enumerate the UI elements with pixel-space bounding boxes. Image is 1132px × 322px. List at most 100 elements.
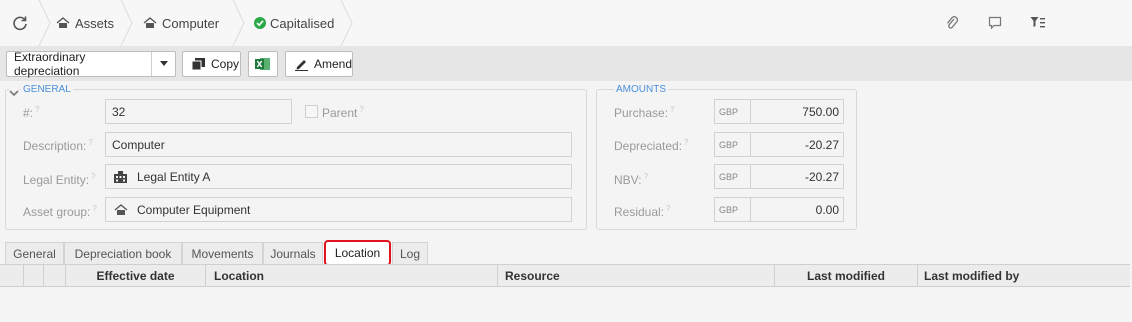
number-value: 32 <box>112 104 126 119</box>
breadcrumb: Assets Computer Capitalised <box>0 0 1132 46</box>
legal-entity-label-text: Legal Entity: <box>23 173 90 187</box>
residual-currency: GBP <box>714 197 750 222</box>
amend-button[interactable]: Amend <box>285 51 353 77</box>
asset-group-field[interactable]: Computer Equipment <box>105 197 572 222</box>
parent-checkbox[interactable] <box>305 105 318 118</box>
tab-journals[interactable]: Journals <box>263 242 323 264</box>
depreciated-value: -20.27 <box>750 132 844 157</box>
column-label: Last modified by <box>924 269 1020 283</box>
help-icon: ? <box>643 172 649 181</box>
asset-icon <box>143 17 157 29</box>
tab-label: General <box>13 246 56 261</box>
help-icon: ? <box>92 204 97 213</box>
column-last-modified-by[interactable]: Last modified by <box>918 265 1130 287</box>
breadcrumb-separator <box>340 0 354 46</box>
breadcrumb-item-computer[interactable]: Computer <box>143 0 219 46</box>
help-icon: ? <box>88 138 93 147</box>
asset-icon <box>56 17 70 29</box>
copy-button[interactable]: Copy <box>182 51 241 77</box>
nbv-label: NBV:? <box>614 172 648 187</box>
excel-icon <box>255 57 271 71</box>
column-label: Effective date <box>96 269 175 283</box>
tab-label: Movements <box>191 246 254 261</box>
column-label: Resource <box>505 269 560 283</box>
residual-label-text: Residual: <box>614 205 665 219</box>
column-last-modified[interactable]: Last modified <box>775 265 918 287</box>
amend-label: Amend <box>314 57 353 71</box>
description-field[interactable]: Computer <box>105 132 572 157</box>
general-legend: GENERAL <box>21 84 73 95</box>
number-label: #:? <box>23 105 39 120</box>
help-icon: ? <box>359 105 364 114</box>
column-location[interactable]: Location <box>206 265 498 287</box>
grid-header-spacer <box>24 265 44 287</box>
help-icon: ? <box>666 204 671 213</box>
purchase-label: Purchase:? <box>614 105 674 120</box>
export-excel-button[interactable] <box>248 51 278 77</box>
tab-label: Location <box>334 246 381 260</box>
number-field[interactable]: 32 <box>105 99 292 124</box>
grid-body <box>0 288 1132 322</box>
chevron-down-icon[interactable] <box>151 52 175 76</box>
breadcrumb-label: Capitalised <box>270 15 335 31</box>
column-effective-date[interactable]: Effective date <box>66 265 206 287</box>
building-icon <box>114 170 127 183</box>
tab-label: Journals <box>270 246 316 261</box>
nbv-label-text: NBV: <box>614 173 642 187</box>
help-icon: ? <box>35 105 40 114</box>
parent-label: Parent? <box>322 105 364 120</box>
breadcrumb-item-capitalised[interactable]: Capitalised <box>254 0 334 46</box>
breadcrumb-label: Computer <box>162 15 220 31</box>
asset-group-value: Computer Equipment <box>137 202 251 217</box>
grid-header: Effective date Location Resource Last mo… <box>0 264 1130 287</box>
action-select[interactable]: Extraordinary depreciation <box>6 50 176 78</box>
asset-icon <box>114 203 128 216</box>
purchase-value: 750.00 <box>750 99 844 124</box>
nbv-currency: GBP <box>714 164 750 189</box>
depreciated-currency: GBP <box>714 132 750 157</box>
tab-movements[interactable]: Movements <box>182 242 263 264</box>
breadcrumb-item-assets[interactable]: Assets <box>56 0 114 46</box>
breadcrumb-separator <box>38 0 52 46</box>
asset-group-label-text: Asset group: <box>23 205 91 219</box>
depreciated-label-text: Depreciated: <box>614 139 683 153</box>
grid-header-spacer <box>44 265 66 287</box>
collapse-chevron-icon[interactable] <box>9 86 19 97</box>
column-label: Location <box>214 269 264 283</box>
check-circle-icon <box>254 17 266 29</box>
comment-icon[interactable] <box>988 16 1002 30</box>
tab-location[interactable]: Location <box>324 240 391 266</box>
help-icon: ? <box>91 172 96 181</box>
description-label: Description:? <box>23 138 93 153</box>
filter-list-icon[interactable] <box>1030 16 1046 30</box>
toolbar: Extraordinary depreciation Copy Amend <box>0 46 1132 81</box>
breadcrumb-separator <box>120 0 134 46</box>
legal-entity-label: Legal Entity:? <box>23 172 96 187</box>
grid-header-spacer <box>0 265 24 287</box>
tab-label: Log <box>399 246 421 261</box>
nbv-value: -20.27 <box>750 164 844 189</box>
tab-depreciation-book[interactable]: Depreciation book <box>64 242 182 264</box>
help-icon: ? <box>670 105 675 114</box>
refresh-icon[interactable] <box>12 15 28 31</box>
breadcrumb-label: Assets <box>75 15 115 31</box>
asset-group-label: Asset group:? <box>23 204 97 219</box>
tab-label: Depreciation book <box>74 246 172 261</box>
tab-log[interactable]: Log <box>392 242 428 264</box>
help-icon: ? <box>684 138 689 147</box>
general-panel: GENERAL #:? 32 Parent? Description:? Com… <box>5 84 587 230</box>
tab-general[interactable]: General <box>5 242 64 264</box>
depreciated-label: Depreciated:? <box>614 138 689 153</box>
parent-label-text: Parent <box>322 106 358 120</box>
column-label: Last modified <box>806 269 885 283</box>
number-label-text: #: <box>23 106 34 120</box>
column-resource[interactable]: Resource <box>498 265 775 287</box>
breadcrumb-separator <box>232 0 246 46</box>
legal-entity-field[interactable]: Legal Entity A <box>105 164 572 189</box>
description-value: Computer <box>112 137 165 152</box>
residual-label: Residual:? <box>614 204 670 219</box>
attachment-icon[interactable] <box>945 15 959 31</box>
purchase-label-text: Purchase: <box>614 106 669 120</box>
purchase-currency: GBP <box>714 99 750 124</box>
legal-entity-value: Legal Entity A <box>137 169 211 184</box>
